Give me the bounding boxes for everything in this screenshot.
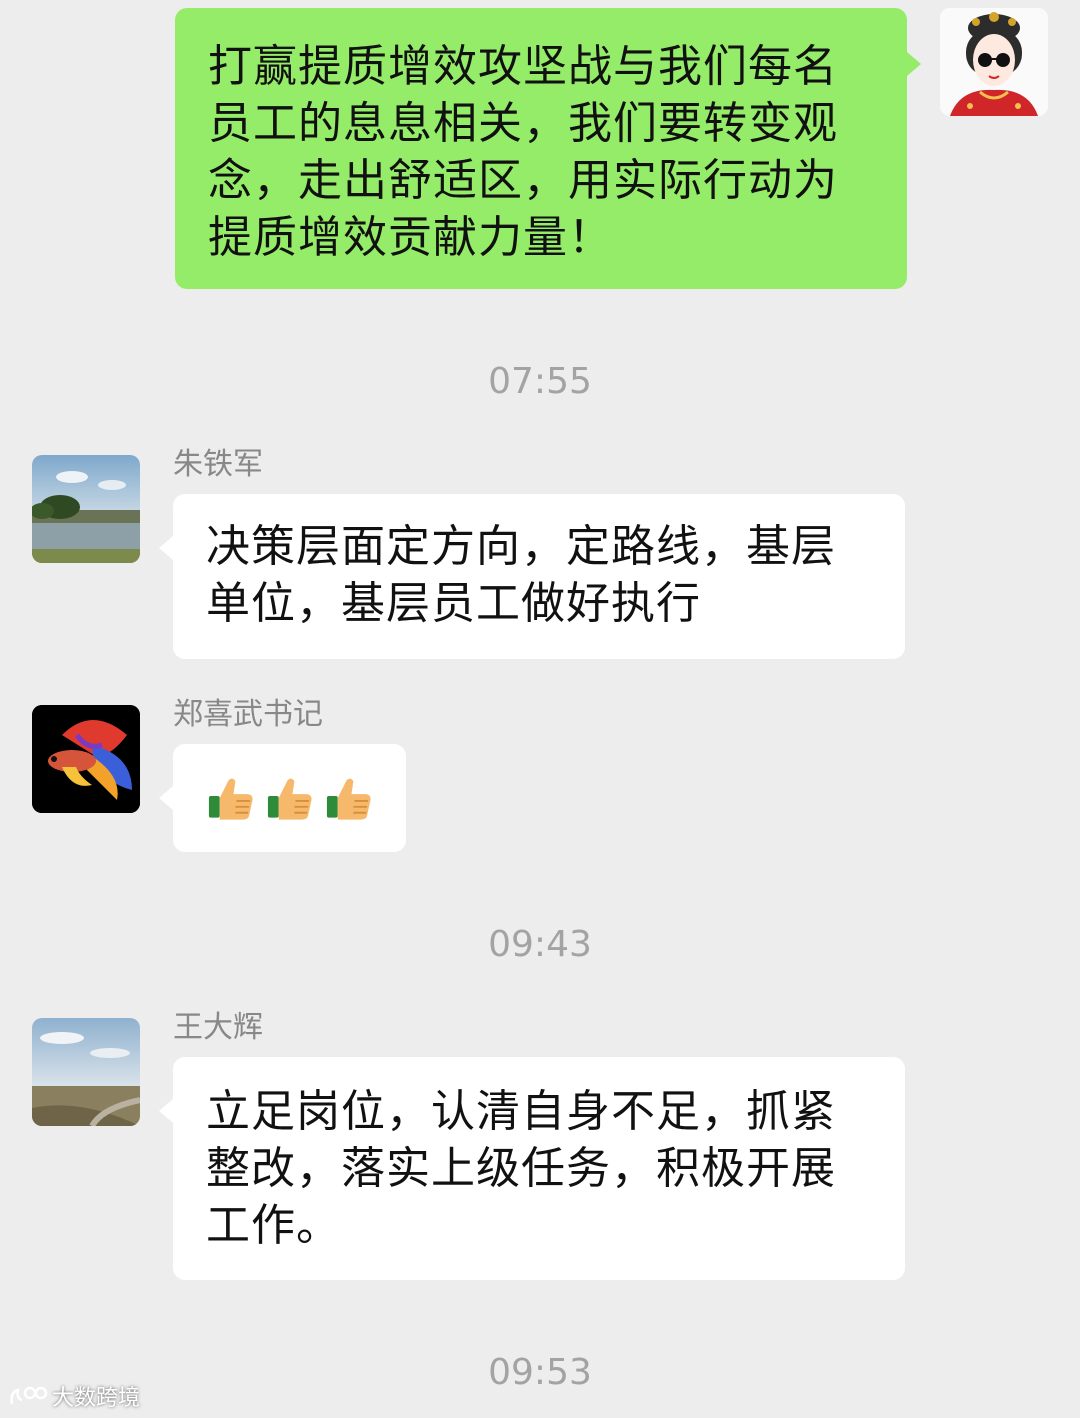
avatar-zheng-xiwu[interactable] [32,705,140,813]
thumbs-up-icon [267,778,312,820]
message-line: 工作。 [206,1200,341,1251]
message-line: 提质增效贡献力量！ [208,212,613,263]
avatar-zhu-tiejun[interactable] [32,455,140,563]
thumbs-up-icon [208,778,253,820]
message-line: 立足岗位，认清自身不足，抓紧 [206,1086,836,1137]
sender-name: 王大辉 [173,1010,263,1045]
chat-timestamp: 09:53 [488,1352,592,1393]
watermark-logo-icon [10,1386,48,1405]
message-line: 员工的息息相关，我们要转变观 [208,98,838,149]
landscape-road-avatar-icon [32,1018,140,1126]
avatar-self[interactable] [940,8,1048,116]
chat-timestamp: 09:43 [488,924,592,965]
watermark-text: 大数跨境 [52,1386,141,1411]
message-bubble-incoming[interactable]: 决策层面定方向，定路线，基层 单位，基层员工做好执行 [159,494,905,659]
message-line: 单位，基层员工做好执行 [206,578,701,629]
sender-name: 郑喜武书记 [173,697,323,732]
message-line: 决策层面定方向，定路线，基层 [206,521,836,572]
message-line: 整改，落实上级任务，积极开展 [206,1143,836,1194]
thumbs-up-icon [326,778,371,820]
watermark: 大数跨境 [8,1380,140,1412]
landscape-river-avatar-icon [32,455,140,563]
avatar-girl-icon [940,8,1048,116]
message-bubble-outgoing[interactable]: 打赢提质增效攻坚战与我们每名 员工的息息相关，我们要转变观 念，走出舒适区，用实… [175,8,921,289]
message-line: 念，走出舒适区，用实际行动为 [208,155,838,206]
message-bubble-incoming[interactable]: 立足岗位，认清自身不足，抓紧 整改，落实上级任务，积极开展 工作。 [159,1057,905,1280]
betta-fish-avatar-icon [32,705,140,813]
avatar-wang-dahui[interactable] [32,1018,140,1126]
sender-name: 朱铁军 [173,447,263,482]
chat-timestamp: 07:55 [488,361,592,402]
message-line: 打赢提质增效攻坚战与我们每名 [208,41,838,92]
message-bubble-incoming[interactable] [159,744,406,852]
